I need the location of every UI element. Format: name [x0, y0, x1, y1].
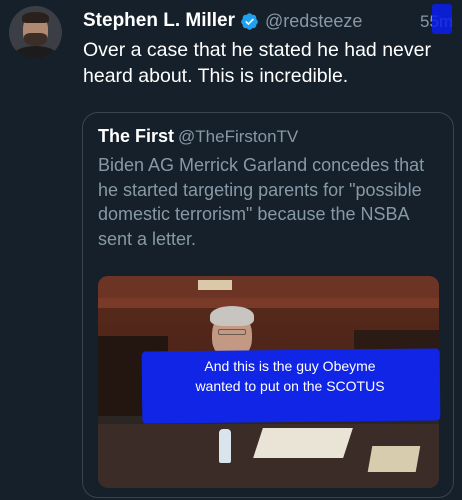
- blue-marker-scribble: [432, 4, 452, 34]
- author-avatar[interactable]: [9, 6, 62, 59]
- media-person-glasses: [218, 329, 246, 335]
- avatar-beard: [24, 33, 47, 46]
- quoted-tweet-header: The First @TheFirstonTV: [98, 126, 298, 147]
- tweet-screen: Stephen L. Miller @redsteeze 55m Over a …: [0, 0, 462, 500]
- author-name[interactable]: Stephen L. Miller: [83, 10, 235, 32]
- avatar-shirt: [13, 46, 58, 59]
- media-person-hair: [210, 306, 254, 326]
- author-handle[interactable]: @redsteeze: [265, 11, 362, 32]
- media-papers: [253, 428, 353, 458]
- quoted-author-name[interactable]: The First: [98, 126, 174, 146]
- media-water-bottle: [219, 429, 231, 463]
- tweet-header: Stephen L. Miller @redsteeze: [83, 9, 362, 33]
- verified-badge-icon: [241, 12, 258, 30]
- quoted-tweet-card[interactable]: The First @TheFirstonTV Biden AG Merrick …: [82, 112, 454, 498]
- tweet-text: Over a case that he stated he had never …: [83, 39, 431, 87]
- media-front-nameplate: [367, 446, 421, 472]
- caption-overlay-text: And this is the guy Obeyme wanted to put…: [195, 358, 385, 394]
- media-wall-panel: [98, 276, 439, 298]
- quoted-author-handle[interactable]: @TheFirstonTV: [178, 127, 298, 146]
- avatar-hair: [22, 12, 49, 23]
- media-back-nameplate: [198, 280, 232, 290]
- quoted-tweet-text: Biden AG Merrick Garland concedes that h…: [98, 155, 425, 249]
- media-shelf: [98, 298, 439, 308]
